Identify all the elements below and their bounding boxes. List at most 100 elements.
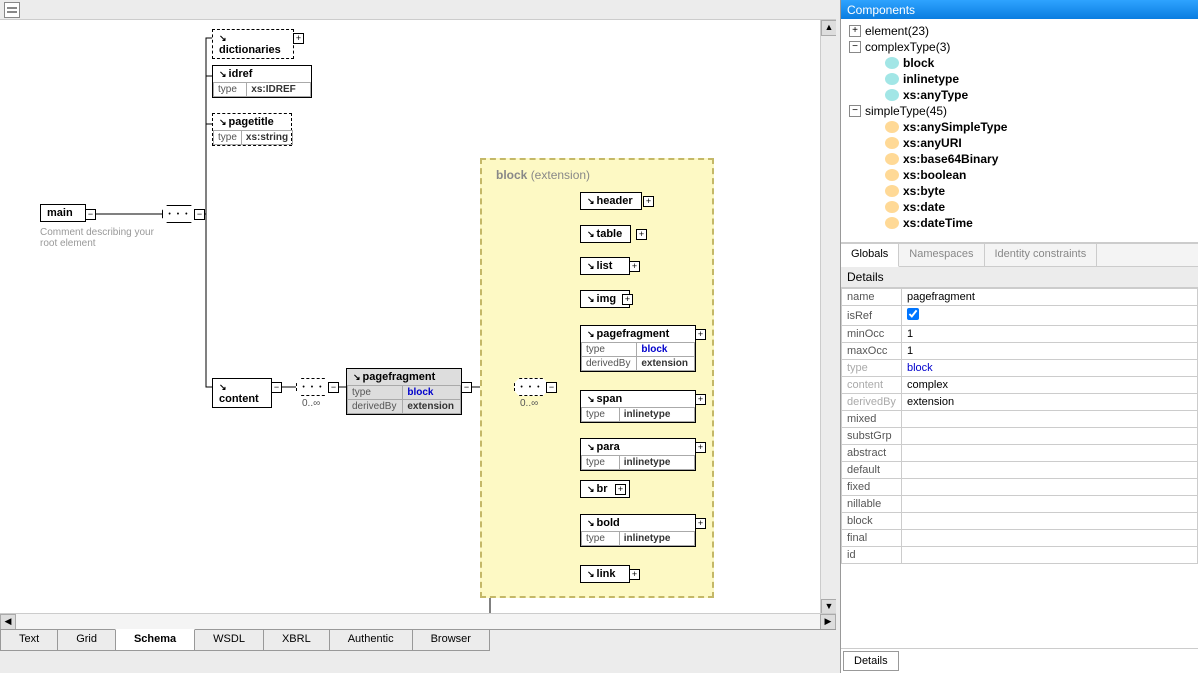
sequence-connector-3[interactable]: • • • xyxy=(514,378,548,396)
tree-expand-icon[interactable]: − xyxy=(849,105,861,117)
details-row[interactable]: nillable xyxy=(842,496,1198,513)
details-row[interactable]: namepagefragment xyxy=(842,289,1198,306)
sequence-connector-1[interactable]: • • • xyxy=(162,205,196,223)
details-row[interactable]: final xyxy=(842,530,1198,547)
node-para-expand[interactable]: + xyxy=(695,442,706,453)
details-row[interactable]: block xyxy=(842,513,1198,530)
node-img-expand[interactable]: + xyxy=(622,294,633,305)
tree-item[interactable]: −simpleType (45) xyxy=(845,103,1194,119)
seq1-expand[interactable]: − xyxy=(194,209,205,220)
tab-text[interactable]: Text xyxy=(0,630,58,651)
details-value[interactable] xyxy=(902,530,1198,547)
seq2-expand[interactable]: − xyxy=(328,382,339,393)
details-row[interactable]: isRef xyxy=(842,306,1198,326)
node-br-expand[interactable]: + xyxy=(615,484,626,495)
tree-item[interactable]: xs:anyURI xyxy=(845,135,1194,151)
scroll-right-button[interactable]: ▶ xyxy=(820,614,836,630)
scroll-left-button[interactable]: ◀ xyxy=(0,614,16,630)
node-idref[interactable]: ↘idref typexs:IDREF xyxy=(212,65,312,98)
tab-grid[interactable]: Grid xyxy=(57,630,116,651)
tree-expand-icon[interactable]: + xyxy=(849,25,861,37)
cell-type-val[interactable]: block xyxy=(403,386,461,400)
node-list[interactable]: ↘list xyxy=(580,257,630,275)
tree-item[interactable]: xs:anyType xyxy=(845,87,1194,103)
node-main[interactable]: main xyxy=(40,204,86,222)
details-row[interactable]: minOcc1 xyxy=(842,326,1198,343)
node-content-expand[interactable]: − xyxy=(271,382,282,393)
details-value[interactable] xyxy=(902,496,1198,513)
node-pagefragment[interactable]: ↘pagefragmenttypeblockderivedByextension xyxy=(580,325,696,372)
node-table[interactable]: ↘table xyxy=(580,225,631,243)
details-value[interactable] xyxy=(902,428,1198,445)
canvas-hscroll[interactable]: ◀ ▶ xyxy=(0,613,836,629)
details-row[interactable]: derivedByextension xyxy=(842,394,1198,411)
details-value[interactable]: block xyxy=(902,360,1198,377)
details-value[interactable] xyxy=(902,462,1198,479)
node-content[interactable]: ↘content xyxy=(212,378,272,408)
node-dictionaries-expand[interactable]: + xyxy=(293,33,304,44)
node-dictionaries[interactable]: ↘dictionaries xyxy=(212,29,294,59)
details-value[interactable]: 1 xyxy=(902,326,1198,343)
node-table-expand[interactable]: + xyxy=(636,229,647,240)
details-row[interactable]: abstract xyxy=(842,445,1198,462)
tab-schema[interactable]: Schema xyxy=(115,629,195,651)
details-value[interactable]: complex xyxy=(902,377,1198,394)
node-header[interactable]: ↘header xyxy=(580,192,642,210)
node-pagefragment-expand[interactable]: + xyxy=(695,329,706,340)
tab-identity[interactable]: Identity constraints xyxy=(985,244,1098,266)
seq3-expand[interactable]: − xyxy=(546,382,557,393)
schema-canvas[interactable]: main − Comment describing your root elem… xyxy=(0,20,836,631)
sequence-connector-2[interactable]: • • • xyxy=(296,378,330,396)
details-row[interactable]: contentcomplex xyxy=(842,377,1198,394)
tree-expand-icon[interactable]: − xyxy=(849,41,861,53)
tree-item[interactable]: xs:boolean xyxy=(845,167,1194,183)
scroll-up-button[interactable]: ▲ xyxy=(821,20,837,36)
details-value[interactable] xyxy=(902,306,1198,326)
cell-val[interactable]: block xyxy=(637,343,695,357)
details-value[interactable] xyxy=(902,547,1198,564)
details-row[interactable]: default xyxy=(842,462,1198,479)
tree-item[interactable]: −complexType (3) xyxy=(845,39,1194,55)
node-span[interactable]: ↘spantypeinlinetype xyxy=(580,390,696,423)
node-pagetitle[interactable]: ↘pagetitle typexs:string xyxy=(212,113,292,146)
components-tree[interactable]: +element (23)−complexType (3)blockinline… xyxy=(841,19,1198,243)
node-pagefragment-expand[interactable]: − xyxy=(461,382,472,393)
details-value[interactable] xyxy=(902,411,1198,428)
tab-browser[interactable]: Browser xyxy=(412,630,490,651)
details-row[interactable]: substGrp xyxy=(842,428,1198,445)
tab-globals[interactable]: Globals xyxy=(841,244,899,267)
tab-namespaces[interactable]: Namespaces xyxy=(899,244,984,266)
tree-item[interactable]: block xyxy=(845,55,1194,71)
details-row[interactable]: typeblock xyxy=(842,360,1198,377)
tree-item[interactable]: inlinetype xyxy=(845,71,1194,87)
tree-item[interactable]: xs:date xyxy=(845,199,1194,215)
node-link-expand[interactable]: + xyxy=(629,569,640,580)
tree-item[interactable]: +element (23) xyxy=(845,23,1194,39)
node-link[interactable]: ↘link xyxy=(580,565,630,583)
details-value[interactable] xyxy=(902,479,1198,496)
tab-authentic[interactable]: Authentic xyxy=(329,630,413,651)
details-row[interactable]: mixed xyxy=(842,411,1198,428)
details-value[interactable] xyxy=(902,445,1198,462)
tree-item[interactable]: xs:byte xyxy=(845,183,1194,199)
details-row[interactable]: fixed xyxy=(842,479,1198,496)
details-value[interactable]: pagefragment xyxy=(902,289,1198,306)
node-header-expand[interactable]: + xyxy=(643,196,654,207)
details-value[interactable]: extension xyxy=(902,394,1198,411)
details-value[interactable]: 1 xyxy=(902,343,1198,360)
tree-item[interactable]: xs:base64Binary xyxy=(845,151,1194,167)
details-grid[interactable]: namepagefragmentisRefminOcc1maxOcc1typeb… xyxy=(841,288,1198,648)
node-span-expand[interactable]: + xyxy=(695,394,706,405)
details-row[interactable]: id xyxy=(842,547,1198,564)
tree-item[interactable]: xs:dateTime xyxy=(845,215,1194,231)
tab-wsdl[interactable]: WSDL xyxy=(194,630,264,651)
node-pagefragment[interactable]: ↘pagefragment typeblock derivedByextensi… xyxy=(346,368,462,415)
node-para[interactable]: ↘paratypeinlinetype xyxy=(580,438,696,471)
details-row[interactable]: maxOcc1 xyxy=(842,343,1198,360)
node-bold[interactable]: ↘boldtypeinlinetype xyxy=(580,514,696,547)
details-tab[interactable]: Details xyxy=(843,651,899,671)
toolbar-grid-icon[interactable] xyxy=(4,2,20,18)
isref-checkbox[interactable] xyxy=(907,308,919,320)
node-bold-expand[interactable]: + xyxy=(695,518,706,529)
tree-item[interactable]: xs:anySimpleType xyxy=(845,119,1194,135)
